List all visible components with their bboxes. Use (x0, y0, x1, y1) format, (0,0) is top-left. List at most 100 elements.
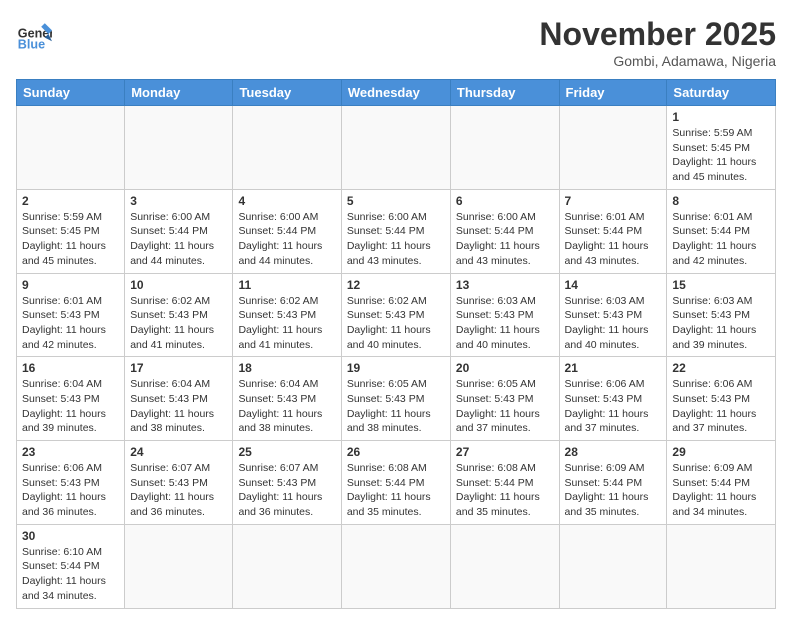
day-info: Sunrise: 6:04 AMSunset: 5:43 PMDaylight:… (22, 377, 119, 436)
weekday-header-thursday: Thursday (450, 80, 559, 106)
calendar-cell: 27Sunrise: 6:08 AMSunset: 5:44 PMDayligh… (450, 441, 559, 525)
day-info: Sunrise: 6:02 AMSunset: 5:43 PMDaylight:… (347, 294, 445, 353)
day-info: Sunrise: 6:04 AMSunset: 5:43 PMDaylight:… (238, 377, 335, 436)
day-number: 4 (238, 194, 335, 208)
day-info: Sunrise: 5:59 AMSunset: 5:45 PMDaylight:… (22, 210, 119, 269)
calendar-cell: 13 Sunrise: 6:03 AMSunset: 5:43 PMDayligh… (450, 273, 559, 357)
day-info: Sunrise: 6:00 AMSunset: 5:44 PMDaylight:… (238, 210, 335, 269)
page-header: General Blue November 2025 Gombi, Adamaw… (16, 16, 776, 69)
calendar-cell: 30Sunrise: 6:10 AMSunset: 5:44 PMDayligh… (17, 524, 125, 608)
day-number: 10 (130, 278, 227, 292)
calendar-week-row: 30Sunrise: 6:10 AMSunset: 5:44 PMDayligh… (17, 524, 776, 608)
day-info: Sunrise: 6:05 AMSunset: 5:43 PMDaylight:… (347, 377, 445, 436)
calendar-cell: 23Sunrise: 6:06 AMSunset: 5:43 PMDayligh… (17, 441, 125, 525)
day-number: 23 (22, 445, 119, 459)
day-number: 28 (565, 445, 662, 459)
day-number: 22 (672, 361, 770, 375)
calendar-table: SundayMondayTuesdayWednesdayThursdayFrid… (16, 79, 776, 609)
calendar-week-row: 23Sunrise: 6:06 AMSunset: 5:43 PMDayligh… (17, 441, 776, 525)
day-info: Sunrise: 6:01 AMSunset: 5:44 PMDaylight:… (672, 210, 770, 269)
calendar-week-row: 1Sunrise: 5:59 AMSunset: 5:45 PMDaylight… (17, 106, 776, 190)
calendar-cell: 26 Sunrise: 6:08 AMSunset: 5:44 PMDayligh… (341, 441, 450, 525)
calendar-cell (233, 106, 341, 190)
calendar-cell: 21Sunrise: 6:06 AMSunset: 5:43 PMDayligh… (559, 357, 667, 441)
calendar-cell (17, 106, 125, 190)
day-info: Sunrise: 6:00 AMSunset: 5:44 PMDaylight:… (347, 210, 445, 269)
svg-text:Blue: Blue (18, 37, 45, 51)
day-number: 26 (347, 445, 445, 459)
calendar-cell (559, 524, 667, 608)
calendar-cell: 4 Sunrise: 6:00 AMSunset: 5:44 PMDaylight… (233, 189, 341, 273)
day-number: 6 (456, 194, 554, 208)
month-title: November 2025 (539, 16, 776, 53)
calendar-week-row: 2Sunrise: 5:59 AMSunset: 5:45 PMDaylight… (17, 189, 776, 273)
day-info: Sunrise: 6:00 AMSunset: 5:44 PMDaylight:… (130, 210, 227, 269)
calendar-cell: 10 Sunrise: 6:02 AMSunset: 5:43 PMDayligh… (125, 273, 233, 357)
day-number: 25 (238, 445, 335, 459)
day-info: Sunrise: 6:02 AMSunset: 5:43 PMDaylight:… (238, 294, 335, 353)
day-info: Sunrise: 5:59 AMSunset: 5:45 PMDaylight:… (672, 126, 770, 185)
day-number: 16 (22, 361, 119, 375)
calendar-cell: 15 Sunrise: 6:03 AMSunset: 5:43 PMDayligh… (667, 273, 776, 357)
day-info: Sunrise: 6:03 AMSunset: 5:43 PMDaylight:… (456, 294, 554, 353)
calendar-cell (450, 106, 559, 190)
day-info: Sunrise: 6:07 AMSunset: 5:43 PMDaylight:… (238, 461, 335, 520)
weekday-header-sunday: Sunday (17, 80, 125, 106)
calendar-cell: 12 Sunrise: 6:02 AMSunset: 5:43 PMDayligh… (341, 273, 450, 357)
weekday-header-friday: Friday (559, 80, 667, 106)
day-info: Sunrise: 6:04 AMSunset: 5:43 PMDaylight:… (130, 377, 227, 436)
calendar-week-row: 9Sunrise: 6:01 AMSunset: 5:43 PMDaylight… (17, 273, 776, 357)
day-number: 5 (347, 194, 445, 208)
day-number: 15 (672, 278, 770, 292)
calendar-cell: 20 Sunrise: 6:05 AMSunset: 5:43 PMDayligh… (450, 357, 559, 441)
day-info: Sunrise: 6:08 AMSunset: 5:44 PMDaylight:… (347, 461, 445, 520)
day-number: 8 (672, 194, 770, 208)
day-number: 14 (565, 278, 662, 292)
calendar-cell (233, 524, 341, 608)
calendar-cell (667, 524, 776, 608)
calendar-cell (341, 524, 450, 608)
day-info: Sunrise: 6:01 AMSunset: 5:44 PMDaylight:… (565, 210, 662, 269)
calendar-cell: 14 Sunrise: 6:03 AMSunset: 5:43 PMDayligh… (559, 273, 667, 357)
weekday-header-wednesday: Wednesday (341, 80, 450, 106)
day-number: 9 (22, 278, 119, 292)
day-info: Sunrise: 6:06 AMSunset: 5:43 PMDaylight:… (672, 377, 770, 436)
calendar-cell: 11 Sunrise: 6:02 AMSunset: 5:43 PMDayligh… (233, 273, 341, 357)
calendar-cell: 19Sunrise: 6:05 AMSunset: 5:43 PMDayligh… (341, 357, 450, 441)
calendar-cell: 18Sunrise: 6:04 AMSunset: 5:43 PMDayligh… (233, 357, 341, 441)
day-number: 20 (456, 361, 554, 375)
calendar-cell (450, 524, 559, 608)
calendar-cell: 6 Sunrise: 6:00 AMSunset: 5:44 PMDaylight… (450, 189, 559, 273)
day-number: 17 (130, 361, 227, 375)
calendar-cell: 28 Sunrise: 6:09 AMSunset: 5:44 PMDayligh… (559, 441, 667, 525)
logo-icon: General Blue (16, 16, 52, 52)
day-info: Sunrise: 6:09 AMSunset: 5:44 PMDaylight:… (565, 461, 662, 520)
day-info: Sunrise: 6:02 AMSunset: 5:43 PMDaylight:… (130, 294, 227, 353)
calendar-cell (125, 524, 233, 608)
title-block: November 2025 Gombi, Adamawa, Nigeria (539, 16, 776, 69)
calendar-cell: 16 Sunrise: 6:04 AMSunset: 5:43 PMDayligh… (17, 357, 125, 441)
day-info: Sunrise: 6:00 AMSunset: 5:44 PMDaylight:… (456, 210, 554, 269)
day-info: Sunrise: 6:03 AMSunset: 5:43 PMDaylight:… (672, 294, 770, 353)
day-number: 11 (238, 278, 335, 292)
calendar-cell: 24Sunrise: 6:07 AMSunset: 5:43 PMDayligh… (125, 441, 233, 525)
day-number: 13 (456, 278, 554, 292)
calendar-cell: 3Sunrise: 6:00 AMSunset: 5:44 PMDaylight… (125, 189, 233, 273)
day-number: 7 (565, 194, 662, 208)
day-info: Sunrise: 6:05 AMSunset: 5:43 PMDaylight:… (456, 377, 554, 436)
calendar-week-row: 16 Sunrise: 6:04 AMSunset: 5:43 PMDayligh… (17, 357, 776, 441)
day-info: Sunrise: 6:08 AMSunset: 5:44 PMDaylight:… (456, 461, 554, 520)
calendar-cell (125, 106, 233, 190)
day-number: 12 (347, 278, 445, 292)
calendar-cell: 17 Sunrise: 6:04 AMSunset: 5:43 PMDayligh… (125, 357, 233, 441)
calendar-cell: 25 Sunrise: 6:07 AMSunset: 5:43 PMDayligh… (233, 441, 341, 525)
calendar-cell: 5 Sunrise: 6:00 AMSunset: 5:44 PMDaylight… (341, 189, 450, 273)
weekday-header-row: SundayMondayTuesdayWednesdayThursdayFrid… (17, 80, 776, 106)
day-info: Sunrise: 6:09 AMSunset: 5:44 PMDaylight:… (672, 461, 770, 520)
calendar-cell: 22 Sunrise: 6:06 AMSunset: 5:43 PMDayligh… (667, 357, 776, 441)
calendar-cell: 1Sunrise: 5:59 AMSunset: 5:45 PMDaylight… (667, 106, 776, 190)
logo: General Blue (16, 16, 52, 52)
day-info: Sunrise: 6:03 AMSunset: 5:43 PMDaylight:… (565, 294, 662, 353)
day-number: 29 (672, 445, 770, 459)
weekday-header-monday: Monday (125, 80, 233, 106)
